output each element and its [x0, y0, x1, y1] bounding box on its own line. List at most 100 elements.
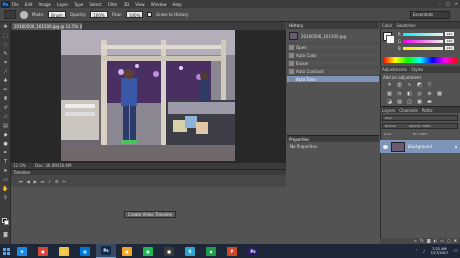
slider-value[interactable]: 240	[445, 46, 454, 50]
taskbar-photoshop2-button[interactable]: Ps	[243, 244, 263, 258]
eyedropper-tool-icon[interactable]: ⁄	[1, 68, 10, 76]
menu-select[interactable]: Select	[89, 2, 101, 7]
split-icon[interactable]: ✂	[63, 179, 66, 184]
mode-select[interactable]: Brush	[48, 11, 66, 18]
layer-name[interactable]: Background	[408, 144, 432, 149]
menu-help[interactable]: Help	[172, 2, 181, 7]
marquee-tool-icon[interactable]: ⬚	[1, 32, 10, 40]
taskbar-app-dark-button[interactable]: ■	[159, 244, 179, 258]
taskbar-kodi-button[interactable]: K	[180, 244, 200, 258]
gradient-tool-icon[interactable]: ▤	[1, 122, 10, 130]
layer-filter-select[interactable]: Kind	[382, 115, 458, 121]
settings-gear-icon[interactable]: ⚙	[55, 179, 59, 184]
notifications-icon[interactable]: ▭	[453, 248, 458, 254]
exposure-icon[interactable]: ◩	[416, 82, 423, 88]
slider-track[interactable]	[403, 39, 443, 43]
blend-mode-select[interactable]: Normal Opacity: 100%	[382, 123, 458, 129]
hue-saturation-icon[interactable]: ▦	[386, 91, 393, 97]
quick-select-tool-icon[interactable]: ✎	[1, 50, 10, 58]
audio-icon[interactable]: ♪	[48, 179, 51, 184]
blue-slider[interactable]: B 240	[398, 46, 458, 51]
flow-input[interactable]: 100%	[125, 11, 144, 18]
clone-stamp-tool-icon[interactable]: ♜	[1, 95, 10, 103]
go-to-first-frame-icon[interactable]: ⏮	[19, 179, 23, 184]
doc-size-info[interactable]: Doc: 36.6M/36.6M	[35, 163, 71, 168]
photo-filter-icon[interactable]: ◎	[416, 91, 423, 97]
background-color-chip[interactable]	[386, 35, 395, 44]
history-brush-tool-icon[interactable]: ↺	[1, 104, 10, 112]
layer-opacity[interactable]: Opacity: 100%	[409, 124, 431, 128]
healing-tool-icon[interactable]: ✚	[1, 77, 10, 85]
vibrance-icon[interactable]: ▽	[426, 82, 433, 88]
eraser-tool-icon[interactable]: ▱	[1, 113, 10, 121]
tab-paths[interactable]: Paths	[422, 108, 433, 113]
history-item[interactable]: Eraser	[287, 59, 379, 66]
tray-expand-icon[interactable]: ˄	[416, 249, 418, 254]
quick-mask-icon[interactable]: ◙	[1, 231, 10, 239]
shape-tool-icon[interactable]: ▭	[1, 176, 10, 184]
tab-adjustments[interactable]: Adjustments	[382, 67, 407, 72]
channel-mixer-icon[interactable]: ⊕	[426, 91, 433, 97]
taskbar-photoshop-button[interactable]: Ps	[96, 244, 116, 258]
taskbar-ie-button[interactable]: e	[12, 244, 32, 258]
erase-to-history-checkbox[interactable]	[147, 12, 153, 17]
menu-view[interactable]: View	[135, 2, 145, 7]
slider-track[interactable]	[403, 46, 443, 50]
history-item-active[interactable]: Auto Tone	[287, 75, 379, 82]
dodge-tool-icon[interactable]: ●	[1, 140, 10, 148]
opacity-input[interactable]: 100%	[90, 11, 108, 18]
visibility-eye-icon[interactable]	[383, 144, 388, 149]
layer-row-background[interactable]: Background 🔒︎	[380, 140, 460, 153]
black-white-icon[interactable]: ◧	[406, 91, 413, 97]
tab-layers[interactable]: Layers	[382, 108, 395, 113]
posterize-icon[interactable]: ▨	[396, 99, 403, 105]
taskbar-spotify-button[interactable]: ●	[138, 244, 158, 258]
tab-styles[interactable]: Styles	[411, 67, 423, 72]
type-tool-icon[interactable]: T	[1, 158, 10, 166]
history-panel-header[interactable]: History	[287, 22, 379, 29]
green-slider[interactable]: G 240	[398, 39, 458, 44]
taskbar-powerpoint-button[interactable]: P	[222, 244, 242, 258]
background-color-swatch[interactable]	[4, 220, 9, 225]
history-snapshot[interactable]: 20160506_161500.jpg	[289, 31, 377, 41]
history-item[interactable]: Auto Contrast	[287, 67, 379, 74]
minimize-button[interactable]: –	[439, 1, 441, 6]
tab-swatches[interactable]: Swatches	[396, 23, 415, 28]
history-item[interactable]: Auto Color	[287, 51, 379, 58]
brightness-icon[interactable]: ☀	[386, 82, 393, 88]
color-lookup-icon[interactable]: ▩	[436, 91, 443, 97]
taskbar-app-green-button[interactable]: ◆	[201, 244, 221, 258]
crop-tool-icon[interactable]: ⌗	[1, 59, 10, 67]
menu-image[interactable]: Image	[38, 2, 51, 7]
move-tool-icon[interactable]: ✥	[1, 23, 10, 31]
next-frame-icon[interactable]: ⏭	[41, 179, 45, 184]
taskbar-chrome-button[interactable]: ●	[33, 244, 53, 258]
invert-icon[interactable]: ◪	[386, 99, 393, 105]
previous-frame-icon[interactable]: ◀	[27, 179, 30, 184]
pen-tool-icon[interactable]: ✒	[1, 149, 10, 157]
curves-icon[interactable]: ∿	[406, 82, 413, 88]
slider-value[interactable]: 240	[445, 39, 454, 43]
menu-edit[interactable]: Edit	[25, 2, 33, 7]
menu-filter[interactable]: Filter	[108, 2, 118, 7]
slider-track[interactable]	[403, 32, 443, 36]
workspace-switcher[interactable]: Essentials	[410, 11, 450, 19]
color-spectrum[interactable]	[383, 57, 457, 63]
taskbar-bulb-button[interactable]: ●	[117, 244, 137, 258]
gradient-map-icon[interactable]: ▬	[426, 99, 433, 105]
brush-tool-icon[interactable]: ✏	[1, 86, 10, 94]
history-item[interactable]: Open	[287, 43, 379, 50]
clock[interactable]: 7:22 AM 7/17/2017	[430, 247, 448, 256]
menu-3d[interactable]: 3D	[124, 2, 130, 7]
blur-tool-icon[interactable]: ◆	[1, 131, 10, 139]
lasso-tool-icon[interactable]: ◌	[1, 41, 10, 49]
blend-mode-value[interactable]: Normal	[385, 124, 396, 128]
color-balance-icon[interactable]: ⚖	[396, 91, 403, 97]
menu-layer[interactable]: Layer	[57, 2, 68, 7]
tab-color[interactable]: Color	[382, 23, 392, 28]
zoom-tool-icon[interactable]: ⚲	[1, 194, 10, 202]
volume-icon[interactable]: ♪	[423, 249, 426, 254]
close-button[interactable]: ✕	[455, 1, 458, 6]
menu-file[interactable]: File	[12, 2, 19, 7]
layer-fill[interactable]: Fill: 100%	[413, 132, 428, 136]
